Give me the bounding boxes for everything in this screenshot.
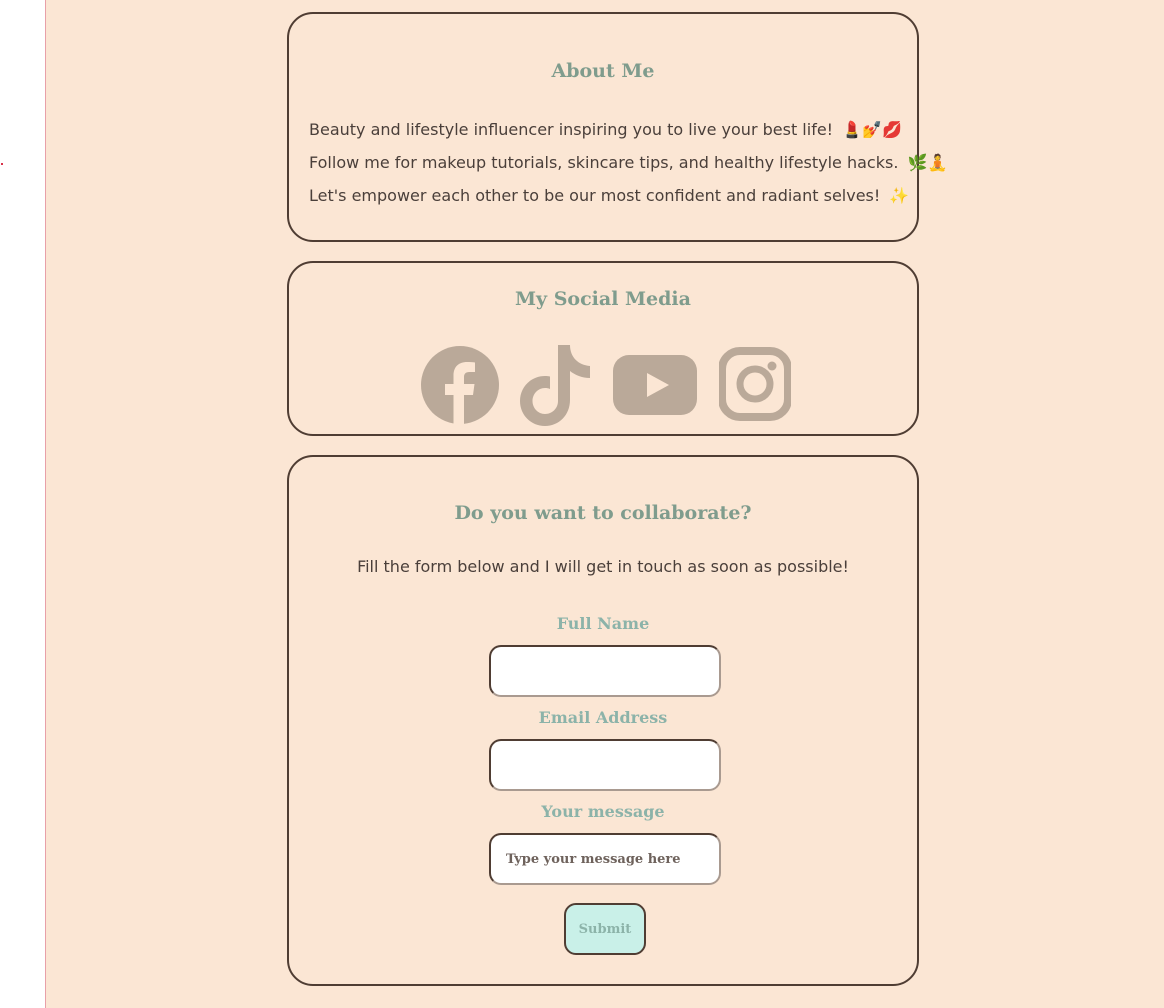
instagram-icon[interactable] xyxy=(719,345,791,425)
full-name-input[interactable] xyxy=(489,645,721,697)
collaborate-subtitle: Fill the form below and I will get in to… xyxy=(357,557,849,576)
facebook-icon[interactable] xyxy=(420,345,500,425)
about-me-title: About Me xyxy=(551,60,655,82)
full-name-label: Full Name xyxy=(556,614,650,633)
lipstick-nail-lips-emoji: 💄💅💋 xyxy=(842,120,902,139)
social-media-card: My Social Media xyxy=(287,261,919,436)
tiktok-icon[interactable] xyxy=(518,345,592,427)
about-line-3-text: Let's empower each other to be our most … xyxy=(309,186,881,205)
social-icons-row xyxy=(289,345,917,427)
collaborate-card: Do you want to collaborate? Fill the for… xyxy=(287,455,919,986)
youtube-icon[interactable] xyxy=(611,345,699,425)
about-line-2-text: Follow me for makeup tutorials, skincare… xyxy=(309,153,899,172)
collaborate-title: Do you want to collaborate? xyxy=(454,502,752,524)
submit-button[interactable]: Submit xyxy=(564,903,646,955)
margin-marker xyxy=(1,163,3,165)
about-line-3: Let's empower each other to be our most … xyxy=(309,179,947,212)
email-address-label: Email Address xyxy=(538,708,668,727)
about-me-card: About Me Beauty and lifestyle influencer… xyxy=(287,12,947,242)
about-line-2: Follow me for makeup tutorials, skincare… xyxy=(309,146,947,179)
herb-meditation-emoji: 🌿🧘 xyxy=(907,153,948,172)
about-line-1: Beauty and lifestyle influencer inspirin… xyxy=(309,113,947,146)
email-address-input[interactable] xyxy=(489,739,721,791)
social-media-title: My Social Media xyxy=(515,288,691,310)
about-line-1-text: Beauty and lifestyle influencer inspirin… xyxy=(309,120,834,139)
left-margin xyxy=(0,0,45,1008)
page-background: About Me Beauty and lifestyle influencer… xyxy=(45,0,1164,1008)
sparkles-emoji: ✨ xyxy=(889,186,910,205)
about-me-text: Beauty and lifestyle influencer inspirin… xyxy=(309,113,947,212)
your-message-label: Your message xyxy=(541,802,665,821)
message-input[interactable] xyxy=(489,833,721,885)
